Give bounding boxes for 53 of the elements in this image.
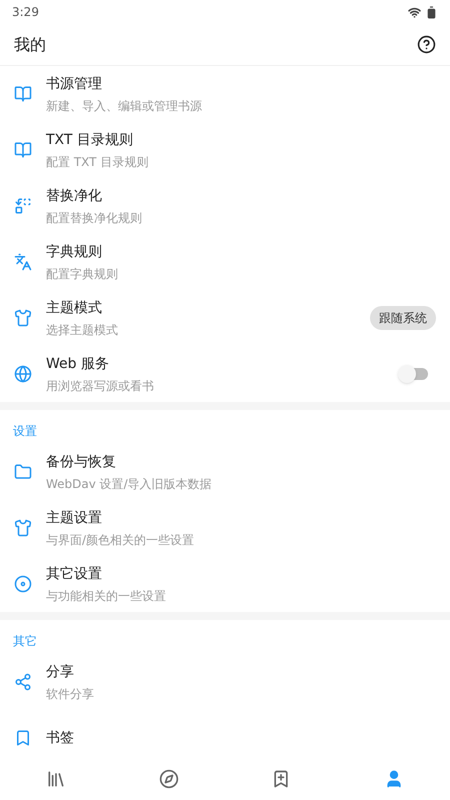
item-title: 其它设置 [46, 564, 103, 582]
help-icon[interactable] [417, 35, 436, 54]
book-icon [14, 85, 32, 103]
translate-icon [14, 253, 32, 271]
compass-icon [158, 769, 179, 789]
settings-item[interactable]: 分享 软件分享 [0, 654, 450, 710]
settings-item[interactable]: 主题模式 选择主题模式 跟随系统 [0, 290, 450, 346]
book-icon [14, 141, 32, 159]
item-subtitle: 配置 TXT 目录规则 [46, 154, 150, 170]
item-title: 备份与恢复 [46, 452, 117, 470]
settings-item[interactable]: 字典规则 配置字典规则 [0, 234, 450, 290]
page-title: 我的 [14, 34, 46, 56]
item-subtitle: 配置替换净化规则 [46, 210, 143, 226]
settings-item[interactable]: 书签 [0, 710, 450, 758]
settings-item[interactable]: TXT 目录规则 配置 TXT 目录规则 [0, 122, 450, 178]
settings-item[interactable]: 主题设置 与界面/颜色相关的一些设置 [0, 500, 450, 556]
item-subtitle: 选择主题模式 [46, 322, 119, 338]
section-header: 其它 [13, 633, 37, 650]
item-title: 主题模式 [46, 298, 103, 316]
item-title: 分享 [46, 662, 75, 680]
item-subtitle: 与界面/颜色相关的一些设置 [46, 532, 196, 548]
item-title: 替换净化 [46, 186, 103, 204]
bookshelf-icon [46, 769, 66, 789]
settings-item[interactable]: 其它设置 与功能相关的一些设置 [0, 556, 450, 612]
share-icon [14, 673, 32, 691]
item-title: 书签 [46, 729, 75, 747]
battery-icon [425, 6, 438, 18]
item-title: 主题设置 [46, 508, 103, 526]
shirt-icon [14, 519, 32, 537]
item-title: 书源管理 [46, 74, 103, 92]
globe-icon [14, 365, 32, 383]
item-title: TXT 目录规则 [46, 130, 134, 148]
item-subtitle: 配置字典规则 [46, 266, 119, 282]
item-title: 字典规则 [46, 242, 103, 260]
section-header: 设置 [13, 423, 37, 440]
item-subtitle: 与功能相关的一些设置 [46, 588, 167, 604]
settings-item[interactable]: 书源管理 新建、导入、编辑或管理书源 [0, 66, 450, 122]
theme-mode-chip[interactable]: 跟随系统 [370, 306, 436, 330]
settings-item[interactable]: 备份与恢复 WebDav 设置/导入旧版本数据 [0, 444, 450, 500]
item-title: Web 服务 [46, 354, 110, 372]
replace-icon [14, 197, 32, 215]
settings-item[interactable]: Web 服务 用浏览器写源或看书 [0, 346, 450, 402]
status-time: 3:29 [12, 4, 39, 21]
item-subtitle: WebDav 设置/导入旧版本数据 [46, 476, 213, 492]
item-subtitle: 软件分享 [46, 686, 95, 702]
wifi-icon [408, 6, 421, 18]
folder-icon [14, 463, 32, 481]
item-subtitle: 新建、导入、编辑或管理书源 [46, 98, 203, 114]
item-subtitle: 用浏览器写源或看书 [46, 378, 155, 394]
shirt-icon [14, 309, 32, 327]
settings-item[interactable]: 替换净化 配置替换净化规则 [0, 178, 450, 234]
disc-icon [14, 575, 32, 593]
bookmark-icon [14, 729, 32, 747]
